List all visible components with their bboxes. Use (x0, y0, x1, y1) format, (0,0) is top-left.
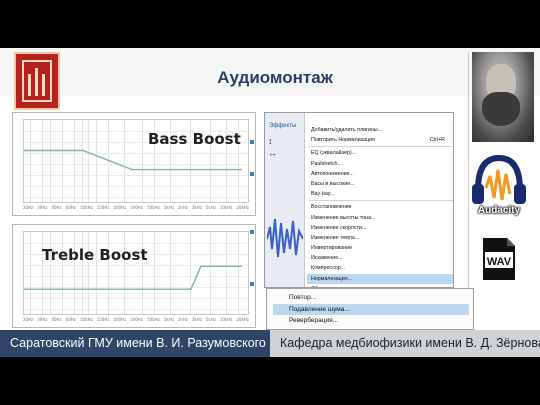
draw-icon[interactable]: ↔ (268, 147, 277, 159)
menu-separator (309, 146, 453, 148)
bass-boost-label: Bass Boost (148, 130, 241, 148)
marker-dot (250, 282, 254, 286)
eq-curve-line (24, 149, 243, 171)
menu-item-label: Искажение... (311, 255, 343, 262)
tick-label: 150Hz (96, 205, 110, 210)
menu-item-shortcut: Ctrl+R (429, 137, 445, 144)
portrait-photo (472, 52, 534, 142)
wav-label: WAV (487, 256, 512, 268)
footer-university: Саратовский ГМУ имени В. И. Разумовского (10, 336, 266, 350)
footer-department: Кафедра медбиофизики имени В. Д. Зёрнова (280, 336, 540, 350)
marker-dot (250, 230, 254, 234)
menu-item[interactable]: Искажение... (307, 253, 453, 263)
menu-item-label: Изменение темпа... (311, 234, 360, 241)
footer: Саратовский ГМУ имени В. И. Разумовского… (0, 330, 540, 357)
menu-item[interactable]: EQ (эквалайзер)... (307, 148, 453, 158)
menu-item-label: Изменение скорости... (311, 224, 367, 231)
wav-file-icon: WAV (483, 238, 515, 280)
menu-item[interactable]: Реверберация... (273, 315, 469, 327)
tick-label: 10kHz (219, 317, 233, 322)
menu-item-label: Нормализация... (311, 275, 353, 282)
waveform-icon (267, 218, 303, 258)
chart-axis-ticks: 20Hz 30Hz 40Hz 60Hz 100Hz 150Hz 200Hz 300Hz 500H… (23, 205, 249, 213)
effects-menu: Эффекты ↕ ↔ Добавить/удалить плагины... П… (264, 112, 454, 288)
tick-label: 30Hz (37, 317, 48, 322)
effects-sidebar: Эффекты ↕ ↔ (265, 113, 305, 287)
menu-item[interactable]: Нормализация... (307, 273, 453, 284)
tick-label: 500Hz (147, 205, 160, 210)
menu-item-label: Инвертирование (311, 245, 353, 252)
menu-item[interactable]: Изменение высоты тона... (307, 213, 453, 223)
tick-label: 1kHz (163, 205, 174, 210)
tick-label: 3kHz (191, 205, 202, 210)
tick-label: 500Hz (147, 317, 160, 322)
menu-item[interactable]: Bay-bay... (307, 189, 453, 199)
tick-label: 200Hz (113, 317, 127, 322)
menu-item[interactable]: Paulstretch... (307, 159, 453, 169)
tick-label: 20Hz (23, 317, 34, 322)
effects-menu-items: Добавить/удалить плагины... Повторить Нор… (307, 125, 453, 287)
marker-dot (250, 140, 254, 144)
tick-label: 3kHz (191, 317, 202, 322)
menu-item[interactable]: Инвертирование (307, 243, 453, 253)
menu-item[interactable]: Изменение темпа... (307, 233, 453, 243)
menu-item-label: Автопонижение... (311, 170, 354, 177)
university-logo (14, 52, 60, 110)
menu-item-label: Bay-bay... (311, 191, 335, 198)
effects-menu-title[interactable]: Эффекты (269, 123, 296, 129)
menu-item[interactable]: Басы и высокие... (307, 179, 453, 189)
menu-item-label: Восстановление (311, 204, 352, 211)
tick-label: 20Hz (23, 205, 34, 210)
menu-separator (309, 200, 453, 202)
menu-item-label: Paulstretch... (311, 160, 342, 167)
chart-axis-ticks: 20Hz 30Hz 40Hz 60Hz 100Hz 150Hz 200Hz 300Hz 500H… (23, 317, 249, 325)
tick-label: 60Hz (65, 317, 76, 322)
tick-label: 30Hz (37, 205, 48, 210)
tick-label: 20kHz (236, 205, 249, 210)
menu-item-label: Изменение высоты тона... (311, 214, 376, 221)
tick-label: 200Hz (113, 205, 127, 210)
menu-item[interactable]: Повторить Нормализация Ctrl+R (307, 135, 453, 145)
marker-dot (250, 172, 254, 176)
menu-item-label: Компрессор... (311, 265, 346, 272)
menu-item[interactable]: Подавление шума... (273, 303, 469, 315)
eq-curve (24, 265, 243, 290)
tick-label: 60Hz (65, 205, 76, 210)
menu-item-label: Басы и высокие... (311, 180, 355, 187)
tick-label: 100Hz (79, 317, 93, 322)
page-title: Аудиомонтаж (217, 68, 333, 87)
noise-menu-items: Повтор... Подавление шума... Реверберация.… (273, 292, 469, 327)
treble-boost-label: Treble Boost (42, 246, 148, 264)
tick-label: 5kHz (205, 205, 216, 210)
menu-item[interactable]: Автопонижение... (307, 169, 453, 179)
tick-label: 2kHz (177, 205, 188, 210)
tick-label: 100Hz (79, 205, 93, 210)
menu-item[interactable]: Добавить/удалить плагины... (307, 125, 453, 135)
bass-boost-chart: 20Hz 30Hz 40Hz 60Hz 100Hz 150Hz 200Hz 300Hz 500H… (12, 112, 256, 216)
tick-label: 300Hz (130, 317, 144, 322)
tick-label: 10kHz (219, 205, 233, 210)
tick-label: 300Hz (130, 205, 144, 210)
noise-menu: Повтор... Подавление шума... Реверберация.… (266, 288, 474, 330)
eq-curve-line (24, 265, 243, 290)
chart-plot-area (23, 231, 249, 315)
audacity-label: Audacity (477, 205, 521, 216)
menu-item-label: Повторить Нормализация (311, 137, 375, 144)
tick-label: 2kHz (177, 317, 188, 322)
treble-boost-chart: 20Hz 30Hz 40Hz 60Hz 100Hz 150Hz 200Hz 300Hz 500H… (12, 224, 256, 328)
menu-item[interactable]: Компрессор... (307, 263, 453, 273)
tick-label: 150Hz (96, 317, 110, 322)
tool-icons: ↕ ↔ (268, 135, 277, 159)
tick-label: 20kHz (236, 317, 249, 322)
menu-item[interactable]: Повтор... (273, 292, 469, 304)
tick-label: 40Hz (51, 317, 62, 322)
tick-label: 5kHz (205, 317, 216, 322)
cursor-icon[interactable]: ↕ (268, 135, 277, 147)
menu-item-label: Добавить/удалить плагины... (311, 127, 383, 133)
menu-item-label: EQ (эквалайзер)... (311, 150, 357, 157)
menu-item[interactable]: Изменение скорости... (307, 223, 453, 233)
tick-label: 40Hz (51, 205, 62, 210)
tick-label: 1kHz (163, 317, 174, 322)
menu-item[interactable]: Восстановление (307, 202, 453, 212)
